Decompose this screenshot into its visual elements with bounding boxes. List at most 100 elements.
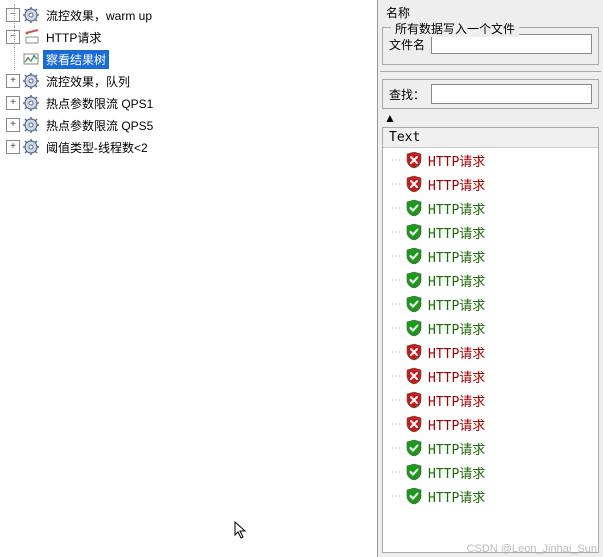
result-row[interactable]: ⋯ HTTP请求 (383, 364, 598, 388)
filename-label: 文件名 (389, 36, 425, 53)
result-label: HTTP请求 (428, 247, 485, 266)
shield-error-icon (405, 343, 423, 361)
write-all-data-fieldset: 所有数据写入一个文件 文件名 (382, 27, 599, 65)
result-label: HTTP请求 (428, 199, 485, 218)
result-row[interactable]: ⋯ HTTP请求 (383, 412, 598, 436)
http-icon (22, 28, 40, 46)
tree-item-label: HTTP请求 (43, 28, 104, 47)
tree-connector: ⋯ (391, 323, 405, 334)
expand-icon[interactable]: + (6, 96, 20, 110)
result-row[interactable]: ⋯ HTTP请求 (383, 484, 598, 508)
shield-ok-icon (405, 487, 423, 505)
result-label: HTTP请求 (428, 295, 485, 314)
name-label: 名称 (386, 4, 410, 21)
result-row[interactable]: ⋯ HTTP请求 (383, 220, 598, 244)
mouse-cursor (234, 521, 248, 539)
gear-icon (22, 116, 40, 134)
tree-item[interactable]: + 流控效果，队列 (0, 70, 377, 92)
collapse-up-icon[interactable]: ▲ (378, 111, 603, 125)
result-row[interactable]: ⋯ HTTP请求 (383, 340, 598, 364)
tree-item[interactable]: − HTTP请求 (0, 26, 377, 48)
filename-input[interactable] (431, 34, 592, 54)
result-row[interactable]: ⋯ HTTP请求 (383, 148, 598, 172)
tree-item-label: 察看结果树 (43, 50, 109, 69)
expand-icon[interactable]: + (6, 140, 20, 154)
tree-connector: ⋯ (391, 467, 405, 478)
shield-ok-icon (405, 247, 423, 265)
result-row[interactable]: ⋯HTTP请求 (383, 460, 598, 484)
result-row[interactable]: ⋯ HTTP请求 (383, 292, 598, 316)
tree-connector: ⋯ (391, 395, 405, 406)
search-box: 查找： (382, 79, 599, 109)
tree-item-label: 流控效果，warm up (43, 6, 155, 25)
tree-connector: ⋯ (391, 155, 405, 166)
gear-icon (22, 6, 40, 24)
result-row[interactable]: ⋯ HTTP请求 (383, 388, 598, 412)
gear-icon (22, 94, 40, 112)
result-label: HTTP请求 (428, 415, 485, 434)
result-label: HTTP请求 (428, 151, 485, 170)
shield-ok-icon (405, 319, 423, 337)
tree-connector: ⋯ (391, 443, 405, 454)
shield-error-icon (405, 415, 423, 433)
fieldset-legend: 所有数据写入一个文件 (391, 20, 519, 37)
search-input[interactable] (431, 84, 592, 104)
result-row[interactable]: ⋯ HTTP请求 (383, 172, 598, 196)
tree-connector: ⋯ (391, 227, 405, 238)
result-label: HTTP请求 (428, 319, 485, 338)
tree-connector: ⋯ (391, 347, 405, 358)
shield-ok-icon (405, 439, 423, 457)
search-label: 查找： (389, 86, 425, 103)
collapse-icon[interactable]: − (6, 30, 20, 44)
result-label: HTTP请求 (428, 223, 485, 242)
gear-icon (22, 72, 40, 90)
tree-item[interactable]: + 热点参数限流 QPS5 (0, 114, 377, 136)
tree-connector: ⋯ (391, 419, 405, 430)
tree-connector: ⋯ (391, 491, 405, 502)
right-pane: 名称 所有数据写入一个文件 文件名 查找： ▲ Text ⋯ HTTP请求 ⋯ HTT… (378, 0, 603, 557)
result-row[interactable]: ⋯ HTTP请求 (383, 436, 598, 460)
expand-icon[interactable]: + (6, 118, 20, 132)
tree-connector: ⋯ (391, 251, 405, 262)
tree-connector: ⋯ (391, 275, 405, 286)
tree-item[interactable]: 察看结果树 (0, 48, 377, 70)
tree-connector: ⋯ (391, 299, 405, 310)
tree-connector: ⋯ (391, 179, 405, 190)
result-label: HTTP请求 (428, 439, 485, 458)
shield-error-icon (405, 151, 423, 169)
result-label: HTTP请求 (428, 391, 485, 410)
tree-item-label: 阈值类型-线程数<2 (43, 138, 151, 157)
shield-error-icon (405, 391, 423, 409)
result-label: HTTP请求 (428, 343, 485, 362)
separator (380, 71, 601, 73)
result-row[interactable]: ⋯ HTTP请求 (383, 316, 598, 340)
shield-ok-icon (405, 271, 423, 289)
tree-item-label: 热点参数限流 QPS5 (43, 116, 156, 135)
shield-ok-icon (405, 295, 423, 313)
gear-icon (22, 138, 40, 156)
collapse-icon[interactable]: − (6, 8, 20, 22)
results-icon (22, 50, 40, 68)
result-row[interactable]: ⋯ HTTP请求 (383, 244, 598, 268)
result-row[interactable]: ⋯ HTTP请求 (383, 196, 598, 220)
shield-error-icon (405, 367, 423, 385)
shield-error-icon (405, 175, 423, 193)
tree-item-label: 流控效果，队列 (43, 72, 133, 91)
results-panel: Text ⋯ HTTP请求 ⋯ HTTP请求 ⋯ HTTP请求 ⋯ HTTP请求 ⋯ HTTP请求… (382, 127, 599, 553)
tree-item[interactable]: − 流控效果，warm up (0, 4, 377, 26)
result-label: HTTP请求 (428, 487, 485, 506)
results-header[interactable]: Text (383, 128, 598, 148)
tree-connector: ⋯ (391, 371, 405, 382)
shield-ok-icon (405, 199, 423, 217)
result-row[interactable]: ⋯ HTTP请求 (383, 268, 598, 292)
result-label: HTTP请求 (428, 175, 485, 194)
expand-icon[interactable]: + (6, 74, 20, 88)
result-label: HTTP请求 (428, 367, 485, 386)
shield-ok-icon (405, 463, 423, 481)
tree-item[interactable]: + 热点参数限流 QPS1 (0, 92, 377, 114)
tree-item-label: 热点参数限流 QPS1 (43, 94, 156, 113)
tree-item[interactable]: + 阈值类型-线程数<2 (0, 136, 377, 158)
tree-pane: − 流控效果，warm up − HTTP请求察看结果树 + 流控效果，队列 + 热点参数限流… (0, 0, 378, 557)
tree-connector: ⋯ (391, 203, 405, 214)
result-label: HTTP请求 (428, 271, 485, 290)
